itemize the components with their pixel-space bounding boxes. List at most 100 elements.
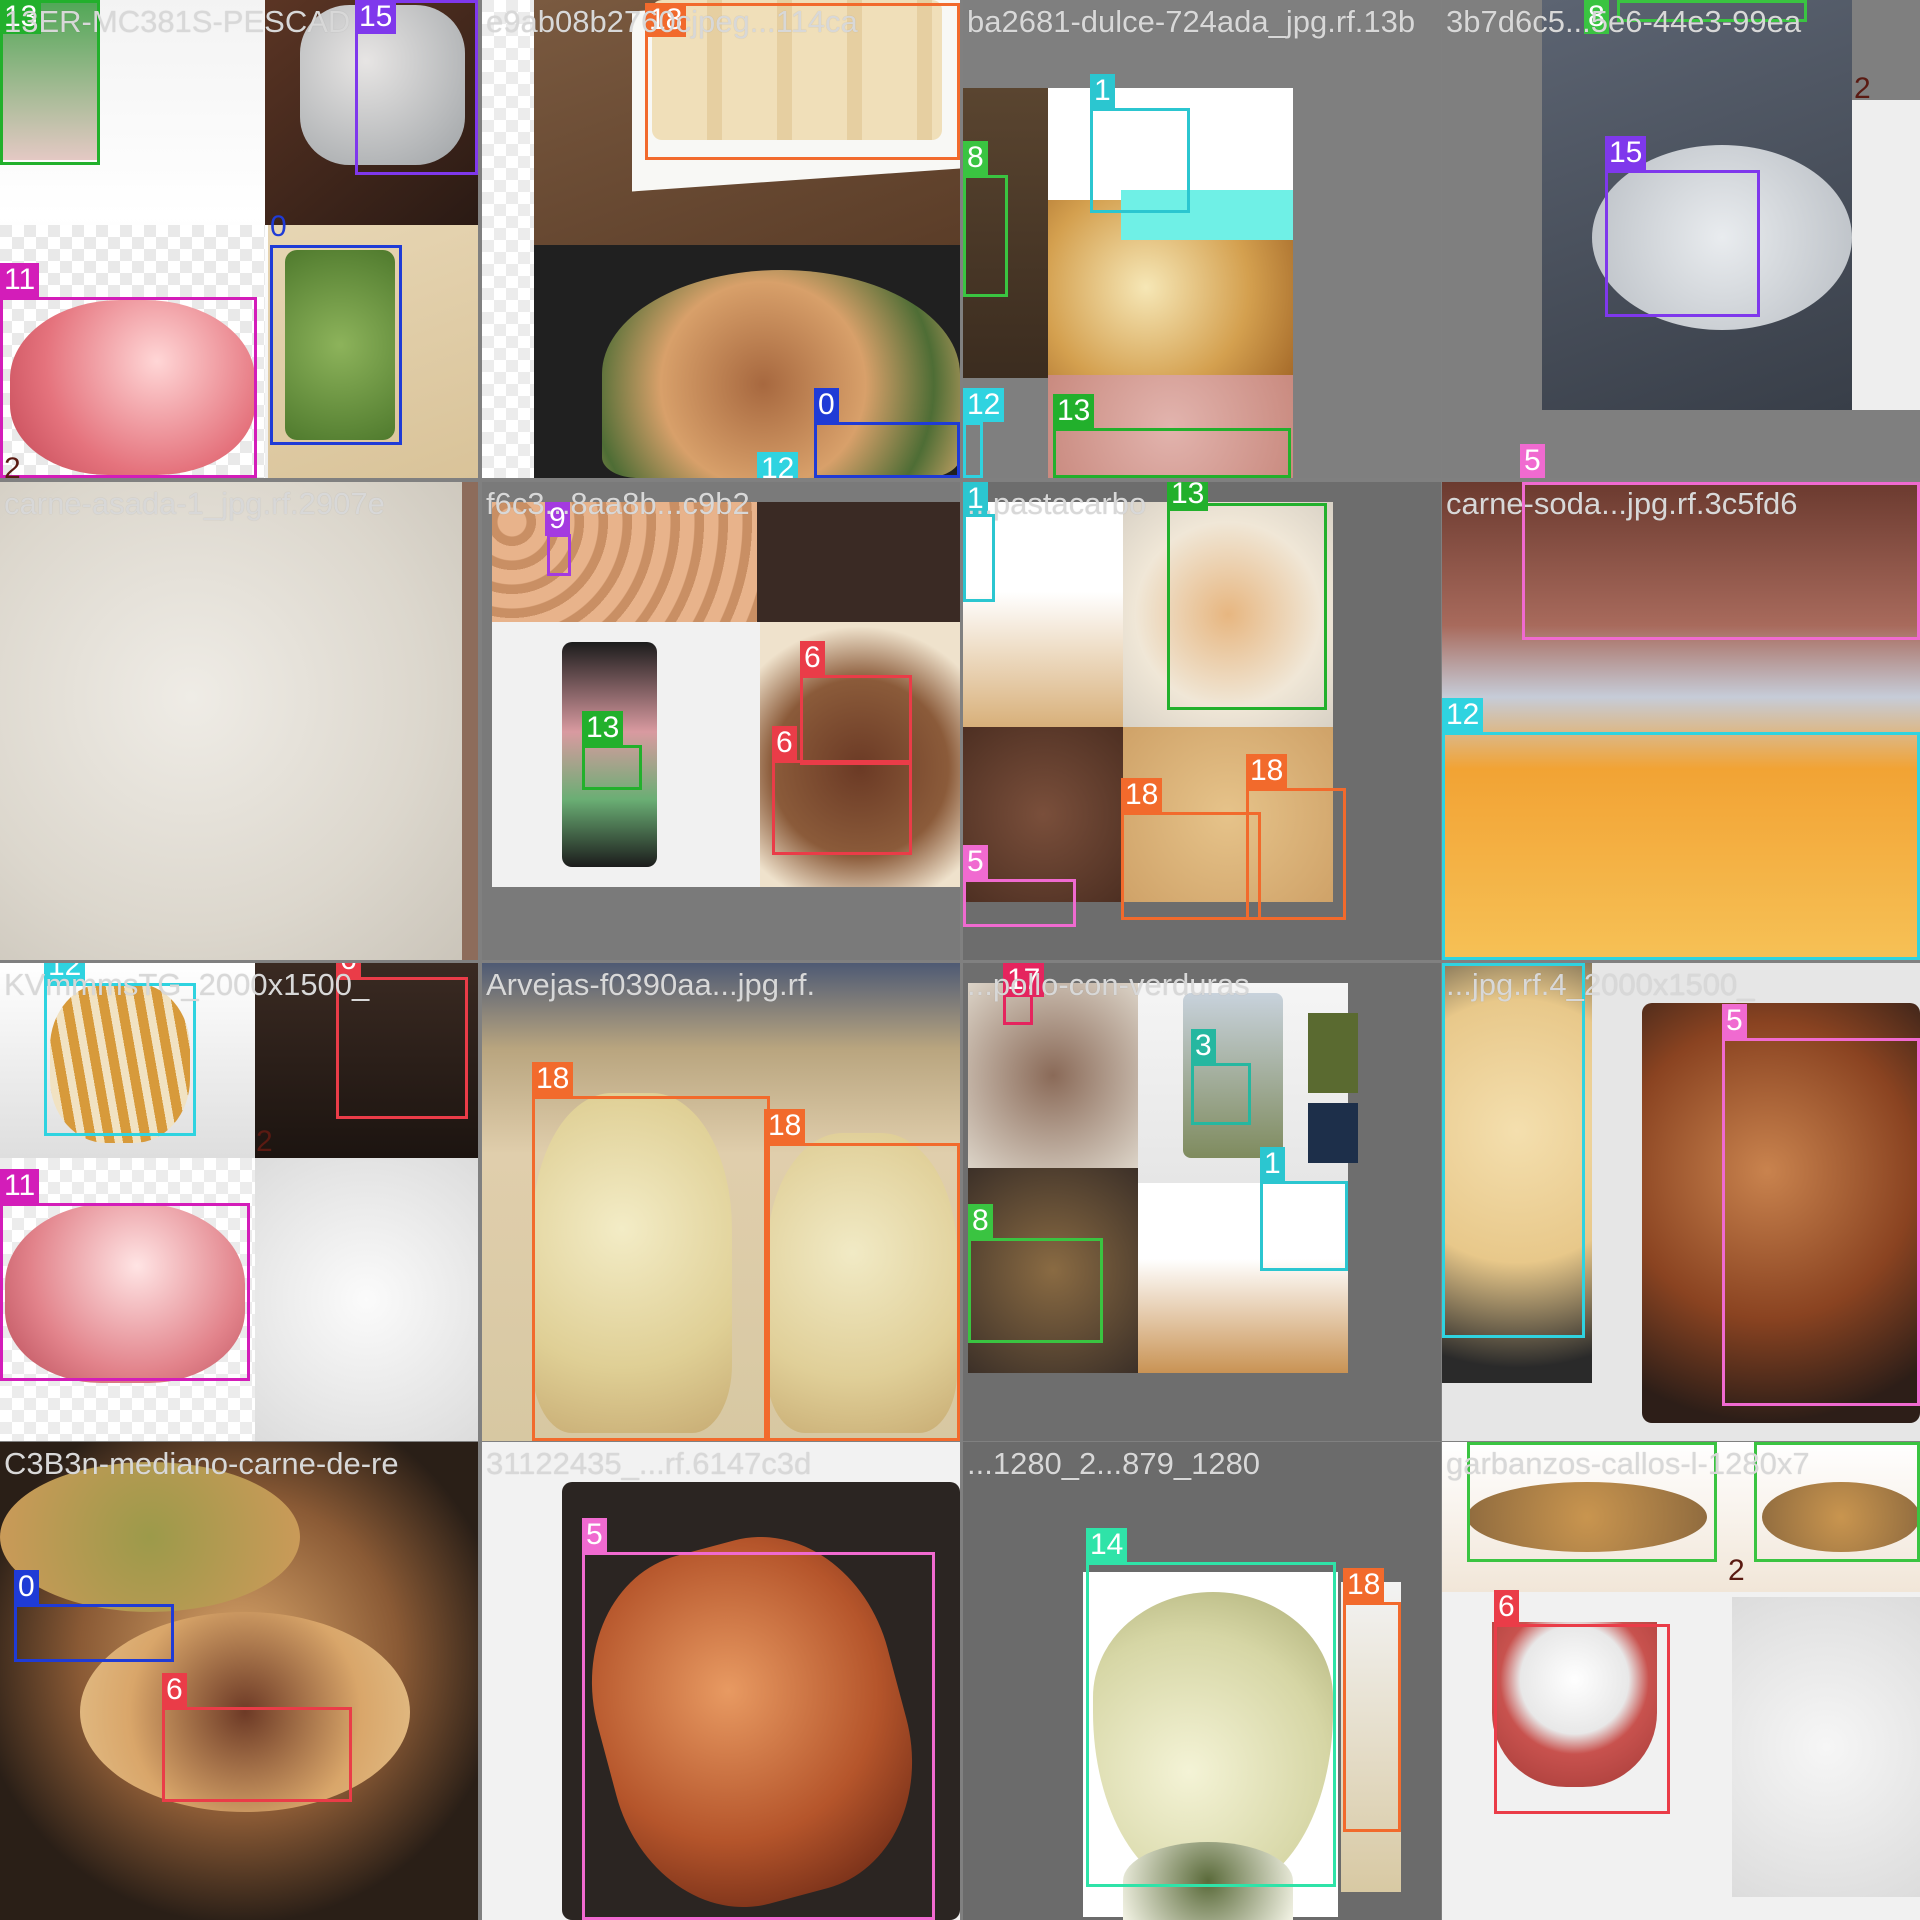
bbox-label: 6 xyxy=(162,1673,187,1707)
bbox-label: 6 xyxy=(1494,1590,1519,1624)
bbox-9 xyxy=(547,534,571,576)
bbox-11 xyxy=(0,297,257,478)
bbox-13 xyxy=(1167,503,1327,710)
bbox-label: 12 xyxy=(1442,698,1484,732)
tile-rice-closeup: carne-asada-1_jpg.rf.2907e xyxy=(0,482,478,960)
bbox-1 xyxy=(963,514,995,602)
bbox-label: 18 xyxy=(764,1109,806,1143)
bbox-label: 17 xyxy=(1003,963,1045,997)
bbox-label: 11 xyxy=(0,263,40,297)
bbox-label: 15 xyxy=(1605,136,1647,170)
bbox-15 xyxy=(1605,170,1760,317)
bbox-12 xyxy=(963,422,983,478)
bbox-6 xyxy=(162,1707,352,1802)
bbox-label: 6 xyxy=(336,963,361,977)
tile-fish-plate: 3b7d6c5...5e6-44e3-99ea 8 15 2 5 xyxy=(1442,0,1920,478)
bbox-6 xyxy=(1494,1624,1670,1814)
bbox-label: 18 xyxy=(1121,778,1163,812)
bbox-label: 6 xyxy=(772,726,797,760)
tile-yuca-arepa: e9ab08b2760cjpeg...114ca 18 0 12 xyxy=(482,0,960,478)
bbox-label: 13 xyxy=(0,0,42,34)
tile-mash-roast: ...jpg.rf.4_2000x1500_ 12 5 xyxy=(1442,963,1920,1441)
bbox-18 xyxy=(1121,812,1261,920)
bbox-18 xyxy=(1343,1602,1401,1832)
bbox-6 xyxy=(336,977,468,1119)
tile-arepa-recipe: ba2681-dulce-724ada_jpg.rf.13b 1 8 12 13 xyxy=(963,0,1441,478)
bbox-8 xyxy=(1467,1442,1717,1562)
bbox-label: 1 xyxy=(1260,1147,1285,1181)
bbox-12 xyxy=(44,983,196,1136)
bbox-13 xyxy=(1053,428,1291,478)
bbox-label: 1 xyxy=(963,482,988,516)
bbox-label: 5 xyxy=(963,845,988,879)
tile-eggs-meat: f6c3...8aa8b...c9b2 9 13 6 6 xyxy=(482,482,960,960)
bbox-label: 18 xyxy=(1246,754,1288,788)
bbox-label: 3 xyxy=(1191,1029,1216,1063)
bbox-18 xyxy=(532,1096,770,1441)
bbox-label: 15 xyxy=(355,0,397,34)
bbox-label: 12 xyxy=(44,963,86,983)
bbox-label: 14 xyxy=(1086,1528,1128,1562)
bbox-label: 8 xyxy=(968,1204,993,1238)
tile-meat-gratin: carne-soda...jpg.rf.3c5fd6 12 xyxy=(1442,482,1920,960)
bbox-0 xyxy=(814,422,960,478)
bbox-label: 0 xyxy=(814,388,839,422)
bbox-0 xyxy=(14,1604,174,1662)
bbox-label: 8 xyxy=(963,141,988,175)
bbox-6 xyxy=(772,760,912,855)
tile-yuca-closeup: Arvejas-f0390aa...jpg.rf. 18 18 xyxy=(482,963,960,1441)
bbox-label: 2 xyxy=(1728,1554,1745,1587)
bbox-11 xyxy=(0,1203,250,1381)
bbox-12 xyxy=(1442,963,1585,1338)
bbox-label: 5 xyxy=(582,1518,607,1552)
tile-arepas: C3B3n-mediano-carne-de-re 0 6 xyxy=(0,1442,478,1920)
bbox-label: 5 xyxy=(1722,1004,1747,1038)
bbox-label: 1 xyxy=(1090,74,1115,108)
bbox-label: 2 xyxy=(1854,72,1871,105)
bbox-3 xyxy=(1191,1063,1251,1125)
bbox-label: 6 xyxy=(800,641,825,675)
bbox-5 xyxy=(582,1552,935,1920)
bbox-5 xyxy=(963,879,1076,927)
bbox-label: 18 xyxy=(1343,1568,1385,1602)
bbox-18 xyxy=(1246,788,1346,920)
bbox-label: 12 xyxy=(963,388,1005,422)
tile-chickpeas-rice: garbanzos-callos-l-1280x7 8 8 6 2 xyxy=(1442,1442,1920,1920)
bbox-18 xyxy=(764,1143,960,1441)
bbox-label: 12 xyxy=(757,452,799,478)
bbox-label: 9 xyxy=(545,502,570,536)
bbox-5 xyxy=(1722,1038,1920,1406)
bbox-8 xyxy=(968,1238,1103,1343)
bbox-1 xyxy=(1260,1181,1348,1271)
bbox-label: 0 xyxy=(270,210,287,243)
bbox-label: 0 xyxy=(14,1570,39,1604)
bbox-6 xyxy=(800,675,912,765)
tile-peas-chickpeas: ...pollo-con-verduras 17 3 1 8 xyxy=(963,963,1441,1441)
bbox-5 xyxy=(1522,482,1920,640)
bbox-label: 13 xyxy=(1053,394,1095,428)
detection-mosaic: 13ER-MC381S-PESCAD 13 15 0 11 2 e9ab08b2… xyxy=(0,0,1920,1920)
bbox-label: 2 xyxy=(4,452,21,478)
bbox-label: 18 xyxy=(532,1062,574,1096)
bbox-14 xyxy=(1086,1562,1336,1887)
bbox-label: 2 xyxy=(256,1125,273,1158)
tile-fish-apple: 13ER-MC381S-PESCAD 13 15 0 11 2 xyxy=(0,0,478,478)
bbox-label: 13 xyxy=(1167,482,1209,511)
bbox-label: 11 xyxy=(0,1169,40,1203)
bbox-12 xyxy=(1442,732,1920,960)
tile-pear: ...1280_2...879_1280 14 18 xyxy=(963,1442,1441,1920)
tile-roast-pork: 31122435_...rf.6147c3d 5 xyxy=(482,1442,960,1920)
bbox-label: 13 xyxy=(582,711,624,745)
tile-carbonara: ...pastacarbo 1 13 18 18 5 xyxy=(963,482,1441,960)
bbox-18 xyxy=(645,3,960,160)
tile-background xyxy=(0,482,478,960)
bbox-13 xyxy=(582,745,642,790)
bbox-8 xyxy=(1617,0,1807,22)
tile-potato-apple-rice: KVmmmsTG_2000x1500_ 12 6 2 11 xyxy=(0,963,478,1441)
bbox-label: 18 xyxy=(645,3,687,37)
bbox-8 xyxy=(963,175,1008,297)
bbox-label: 8 xyxy=(1584,0,1609,34)
bbox-0 xyxy=(270,245,402,445)
bbox-label: 5 xyxy=(1520,444,1545,478)
bbox-1 xyxy=(1090,108,1190,213)
